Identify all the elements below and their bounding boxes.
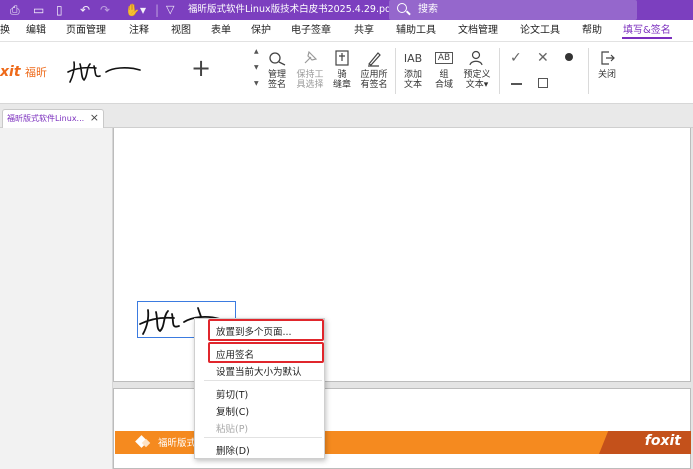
menu-separator	[204, 380, 322, 381]
close-button[interactable]: 关闭	[594, 46, 620, 80]
add-text-label: 添加 文本	[403, 70, 422, 90]
combo-field-icon: AB	[431, 46, 457, 70]
menu-item-e-seal[interactable]: 电子签章	[291, 20, 331, 42]
ribbon-divider	[499, 48, 500, 94]
search-box[interactable]: 搜索	[389, 0, 637, 20]
line-icon[interactable]	[511, 83, 522, 85]
divider-icon: |	[155, 3, 160, 17]
predefined-text-button[interactable]: 预定义 文本▾	[460, 46, 494, 90]
close-label: 关闭	[597, 70, 616, 80]
apply-all-signatures-button[interactable]: 应用所 有签名	[357, 46, 391, 90]
menu-item-protect[interactable]: 保护	[251, 20, 271, 42]
exit-icon	[594, 46, 620, 70]
banner-text: 福昕版式	[158, 438, 197, 449]
menu-bar: 换 编辑 页面管理 注释 视图 表单 保护 电子签章 共享 辅助工具 文档管理 …	[0, 20, 693, 42]
combo-field-label: 组合域	[434, 70, 453, 90]
menu-item-copy[interactable]: 复制(C)	[216, 404, 249, 418]
menu-item-comment[interactable]: 注释	[129, 20, 149, 42]
expand-icon[interactable]: ▼	[254, 80, 259, 87]
menu-item-assist-tools[interactable]: 辅助工具	[396, 20, 436, 42]
signature-thumbnail[interactable]	[66, 58, 146, 84]
menu-item-paste[interactable]: 粘贴(P)	[216, 421, 248, 435]
menu-separator	[204, 437, 322, 438]
highlight-box	[208, 342, 324, 363]
print-icon[interactable]: ⎙	[10, 0, 20, 20]
ribbon-divider	[395, 48, 396, 94]
menu-item-edit[interactable]: 编辑	[26, 20, 46, 42]
open-doc-icon[interactable]: ▯	[56, 0, 63, 20]
document-title: 福昕版式软件Linux版技术白皮书2025.4.29.pdf *	[188, 4, 403, 15]
menu-item-delete[interactable]: 删除(D)	[216, 443, 250, 457]
seam-stamp-label: 骑缝章	[332, 70, 351, 90]
document-tab-bar: 福昕版式软件Linux... ×	[0, 104, 693, 128]
ribbon: xit 福昕 + ▲ ▼ ▼ 管理 签名 保持工 具选择 骑缝章 应用所 有签名 IA…	[0, 42, 693, 104]
document-tab-label: 福昕版式软件Linux...	[7, 114, 85, 123]
search-placeholder: 搜索	[418, 4, 438, 15]
menu-item-doc-manage[interactable]: 文档管理	[458, 20, 498, 42]
manage-sign-icon	[264, 46, 290, 70]
menu-item-partial[interactable]: 换	[0, 20, 10, 42]
dot-icon[interactable]	[565, 53, 573, 61]
menu-item-help[interactable]: 帮助	[582, 20, 602, 42]
scroll-up-icon[interactable]: ▲	[254, 48, 259, 55]
quick-access-dropdown-icon[interactable]: ▽	[166, 0, 174, 20]
new-doc-icon[interactable]: ▭	[33, 0, 44, 20]
menu-item-set-default-size[interactable]: 设置当前大小为默认	[216, 364, 302, 378]
pin-icon	[293, 46, 327, 70]
title-bar: ⎙ ▭ ▯ ↶ ↷ ✋▾ | ▽ 福昕版式软件Linux版技术白皮书2025.4…	[0, 0, 693, 20]
active-tab-underline	[622, 37, 672, 39]
close-tab-icon[interactable]: ×	[90, 111, 99, 124]
navigation-pane	[0, 128, 113, 469]
menu-item-share[interactable]: 共享	[354, 20, 374, 42]
keep-tool-label: 保持工 具选择	[296, 70, 324, 90]
redo-icon[interactable]: ↷	[100, 0, 110, 20]
user-pen-icon	[460, 46, 494, 70]
hand-tool-icon[interactable]: ✋▾	[125, 0, 146, 20]
rectangle-icon[interactable]	[538, 78, 548, 88]
manage-sign-label: 管理 签名	[267, 70, 286, 90]
menu-item-paper-tools[interactable]: 论文工具	[520, 20, 560, 42]
document-tab[interactable]: 福昕版式软件Linux... ×	[2, 109, 104, 128]
undo-icon[interactable]: ↶	[80, 0, 90, 20]
search-icon	[397, 3, 407, 13]
text-icon: IAB	[403, 51, 423, 65]
add-text-button[interactable]: IAB 添加 文本	[399, 46, 427, 91]
add-signature-icon[interactable]: +	[191, 56, 211, 80]
keep-tool-button[interactable]: 保持工 具选择	[293, 46, 327, 90]
pen-icon	[357, 46, 391, 70]
banner-brand-logo: foxit	[644, 433, 681, 449]
seam-stamp-button[interactable]: 骑缝章	[330, 46, 354, 90]
predefined-text-label: 预定义 文本▾	[463, 70, 491, 90]
seam-stamp-icon	[330, 46, 354, 70]
ribbon-divider	[588, 48, 589, 94]
menu-item-page-manage[interactable]: 页面管理	[66, 20, 106, 42]
brand-logo: xit	[0, 64, 21, 80]
menu-item-form[interactable]: 表单	[211, 20, 231, 42]
brand-logo-cn: 福昕	[25, 66, 47, 79]
menu-item-cut[interactable]: 剪切(T)	[216, 387, 248, 401]
manage-sign-button[interactable]: 管理 签名	[264, 46, 290, 90]
scroll-down-icon[interactable]: ▼	[254, 64, 259, 71]
highlight-box	[208, 319, 324, 341]
check-mark-icon[interactable]: ✓	[510, 50, 522, 66]
apply-all-signatures-label: 应用所 有签名	[360, 70, 388, 90]
combo-field-button[interactable]: AB 组合域	[431, 46, 457, 90]
menu-item-view[interactable]: 视图	[171, 20, 191, 42]
cross-mark-icon[interactable]: ✕	[537, 50, 549, 66]
